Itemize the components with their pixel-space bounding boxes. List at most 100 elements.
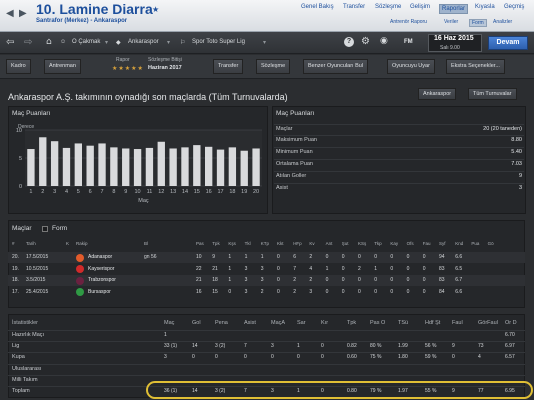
matches-col-header[interactable]: Rakip bbox=[76, 241, 88, 246]
manager-menu[interactable]: O Çakmak bbox=[72, 39, 100, 45]
bar-match-12[interactable] bbox=[157, 141, 165, 186]
stats-col-header[interactable]: İstatistikler bbox=[12, 320, 38, 326]
bar-match-5[interactable] bbox=[74, 143, 82, 186]
bar-match-20[interactable] bbox=[252, 148, 260, 186]
club-menu[interactable]: Ankaraspor bbox=[128, 39, 159, 45]
tab-matches[interactable]: Maçlar bbox=[12, 225, 32, 232]
back-icon[interactable]: ⇦ bbox=[6, 37, 14, 48]
help-icon[interactable]: ? bbox=[344, 37, 354, 47]
matches-col-header[interactable]: Fau bbox=[423, 241, 431, 246]
matches-col-header[interactable]: Tarih bbox=[26, 241, 36, 246]
matches-col-header[interactable]: Syf bbox=[439, 241, 446, 246]
nav-reports[interactable]: Raporlar bbox=[439, 4, 469, 14]
bar-match-15[interactable] bbox=[193, 145, 201, 186]
club-filter-dropdown[interactable]: Ankaraspor bbox=[418, 88, 457, 100]
matches-col-header[interactable]: Knd bbox=[455, 241, 463, 246]
matches-col-header[interactable]: Tpk bbox=[212, 241, 220, 246]
continue-button[interactable]: Devam bbox=[488, 36, 528, 50]
bar-match-17[interactable] bbox=[216, 149, 225, 186]
matches-col-header[interactable]: Pas bbox=[196, 241, 204, 246]
match-row[interactable] bbox=[8, 275, 525, 286]
matches-col-header[interactable]: KTp bbox=[261, 241, 269, 246]
matches-col-header[interactable]: Ofs bbox=[407, 241, 414, 246]
bar-match-14[interactable] bbox=[181, 147, 189, 186]
matches-col-header[interactable]: Kv bbox=[309, 241, 314, 246]
matches-col-header[interactable]: K bbox=[66, 241, 69, 246]
match-row[interactable] bbox=[8, 287, 525, 298]
stats-col-header[interactable]: Tpk bbox=[347, 320, 356, 326]
matches-col-header[interactable]: Şut bbox=[342, 241, 349, 246]
settings-gear-icon[interactable]: ⚙ bbox=[361, 36, 370, 47]
match-row[interactable] bbox=[8, 252, 525, 263]
bar-match-8[interactable] bbox=[110, 147, 118, 186]
bar-match-18[interactable] bbox=[228, 147, 237, 186]
bar-match-19[interactable] bbox=[240, 150, 248, 186]
nav-transfer[interactable]: Transfer bbox=[343, 4, 365, 10]
matches-col-header[interactable]: Gö bbox=[488, 241, 494, 246]
subnav-form[interactable]: Form bbox=[469, 19, 487, 27]
stats-col-header[interactable]: GörFaul bbox=[478, 320, 498, 326]
favourite-star-icon[interactable]: ★ bbox=[152, 5, 159, 14]
forward-icon[interactable]: ⇨ bbox=[24, 37, 32, 48]
matches-col-header[interactable]: Tkl bbox=[245, 241, 251, 246]
bar-match-9[interactable] bbox=[122, 148, 130, 186]
matches-col-header[interactable]: Kkt bbox=[277, 241, 284, 246]
training-button[interactable]: Antrenman bbox=[44, 59, 81, 74]
bar-match-6[interactable] bbox=[86, 145, 94, 186]
back-arrow-icon[interactable]: ◀ bbox=[6, 8, 18, 20]
find-similar-button[interactable]: Benzer Oyuncuları Bul bbox=[303, 59, 369, 74]
nav-contract[interactable]: Sözleşme bbox=[375, 4, 401, 10]
subnav-data[interactable]: Veriler bbox=[444, 19, 458, 25]
bar-match-11[interactable] bbox=[145, 147, 154, 186]
forward-arrow-icon[interactable]: ▶ bbox=[19, 8, 31, 20]
world-icon[interactable]: ◉ bbox=[380, 36, 388, 46]
matches-col-header[interactable]: Bl bbox=[144, 241, 148, 246]
matches-col-header[interactable]: Kşs bbox=[228, 241, 236, 246]
bar-match-16[interactable] bbox=[205, 146, 213, 186]
stats-col-header[interactable]: Hdf Şt bbox=[425, 320, 440, 326]
fm-menu[interactable]: FM bbox=[404, 39, 413, 45]
matches-col-header[interactable]: HFp bbox=[293, 241, 302, 246]
bar-match-4[interactable] bbox=[62, 147, 71, 186]
subnav-coach-report[interactable]: Antrenör Raporu bbox=[390, 19, 427, 25]
squad-button[interactable]: Kadro bbox=[6, 59, 31, 74]
bar-match-13[interactable] bbox=[169, 148, 177, 186]
contract-button[interactable]: Sözleşme bbox=[256, 59, 291, 74]
stats-col-header[interactable]: Gol bbox=[192, 320, 201, 326]
stats-col-header[interactable]: Pena bbox=[215, 320, 228, 326]
competition-filter-dropdown[interactable]: Tüm Turnuvalar bbox=[468, 88, 517, 100]
stats-col-header[interactable]: MaçA bbox=[271, 320, 285, 326]
tab-form[interactable]: Form bbox=[52, 225, 67, 232]
stats-col-header[interactable]: Sar bbox=[297, 320, 306, 326]
form-checkbox[interactable] bbox=[42, 226, 48, 232]
nav-history[interactable]: Geçmiş bbox=[504, 4, 524, 10]
bar-match-2[interactable] bbox=[39, 137, 47, 186]
nav-overview[interactable]: Genel Bakış bbox=[301, 4, 334, 10]
matches-col-header[interactable]: Pua bbox=[471, 241, 479, 246]
bar-match-3[interactable] bbox=[50, 141, 59, 186]
bar-match-7[interactable] bbox=[98, 143, 106, 186]
stats-col-header[interactable]: Pas O bbox=[370, 320, 385, 326]
match-row[interactable] bbox=[8, 264, 525, 275]
stats-col-header[interactable]: Or D bbox=[505, 320, 517, 326]
stats-col-header[interactable]: Maç bbox=[164, 320, 174, 326]
bar-match-10[interactable] bbox=[133, 149, 142, 186]
matches-col-header[interactable]: Tkp bbox=[374, 241, 382, 246]
transfer-button[interactable]: Transfer bbox=[213, 59, 244, 74]
stats-col-header[interactable]: Asist bbox=[244, 320, 256, 326]
stats-col-header[interactable]: Faul bbox=[452, 320, 463, 326]
nav-development[interactable]: Gelişim bbox=[410, 4, 430, 10]
warn-player-button[interactable]: Oyuncuyu Uyar bbox=[387, 59, 435, 74]
home-icon[interactable]: ⌂ bbox=[46, 37, 52, 47]
nav-compare[interactable]: Kıyasla bbox=[475, 4, 495, 10]
matches-col-header[interactable]: Ant bbox=[326, 241, 333, 246]
stats-col-header[interactable]: TSü bbox=[398, 320, 408, 326]
bar-match-1[interactable] bbox=[27, 149, 35, 186]
matches-col-header[interactable]: KSş bbox=[358, 241, 366, 246]
subnav-analysis[interactable]: Analizler bbox=[493, 19, 512, 25]
matches-col-header[interactable]: # bbox=[12, 241, 15, 246]
matches-col-header[interactable]: Kay bbox=[390, 241, 398, 246]
extra-options-button[interactable]: Ekstra Seçenekler... bbox=[446, 59, 505, 74]
competition-menu[interactable]: Spor Toto Super Lig bbox=[192, 39, 245, 45]
stats-col-header[interactable]: Kır bbox=[321, 320, 328, 326]
